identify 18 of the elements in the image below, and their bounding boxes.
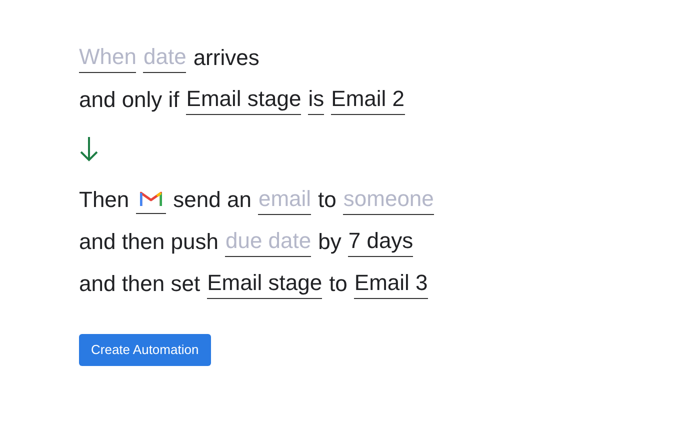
fill-in-field[interactable]: is — [308, 84, 324, 114]
down-arrow-icon — [79, 136, 99, 162]
sentence-text: arrives — [193, 44, 260, 72]
sentence-text: and then set — [79, 270, 200, 298]
sentence-text: to — [329, 270, 348, 298]
fill-in-field[interactable]: 7 days — [348, 226, 414, 256]
fill-in-field[interactable]: Email stage — [207, 268, 322, 298]
sentence-text: send an — [173, 186, 252, 214]
m-logo-icon — [140, 190, 162, 207]
sentence-text: and only if — [79, 86, 180, 114]
fill-in-field[interactable]: Email stage — [186, 84, 302, 114]
sentence-text: and then push — [79, 228, 218, 256]
sentence-text: by — [318, 228, 342, 256]
create-automation-button[interactable]: Create Automation — [79, 334, 211, 366]
sentence-text: to — [318, 186, 336, 214]
fill-in-field[interactable]: Email 2 — [331, 84, 404, 114]
sentence-text: Then — [79, 186, 130, 214]
fill-in-field[interactable]: Email 3 — [354, 268, 428, 298]
